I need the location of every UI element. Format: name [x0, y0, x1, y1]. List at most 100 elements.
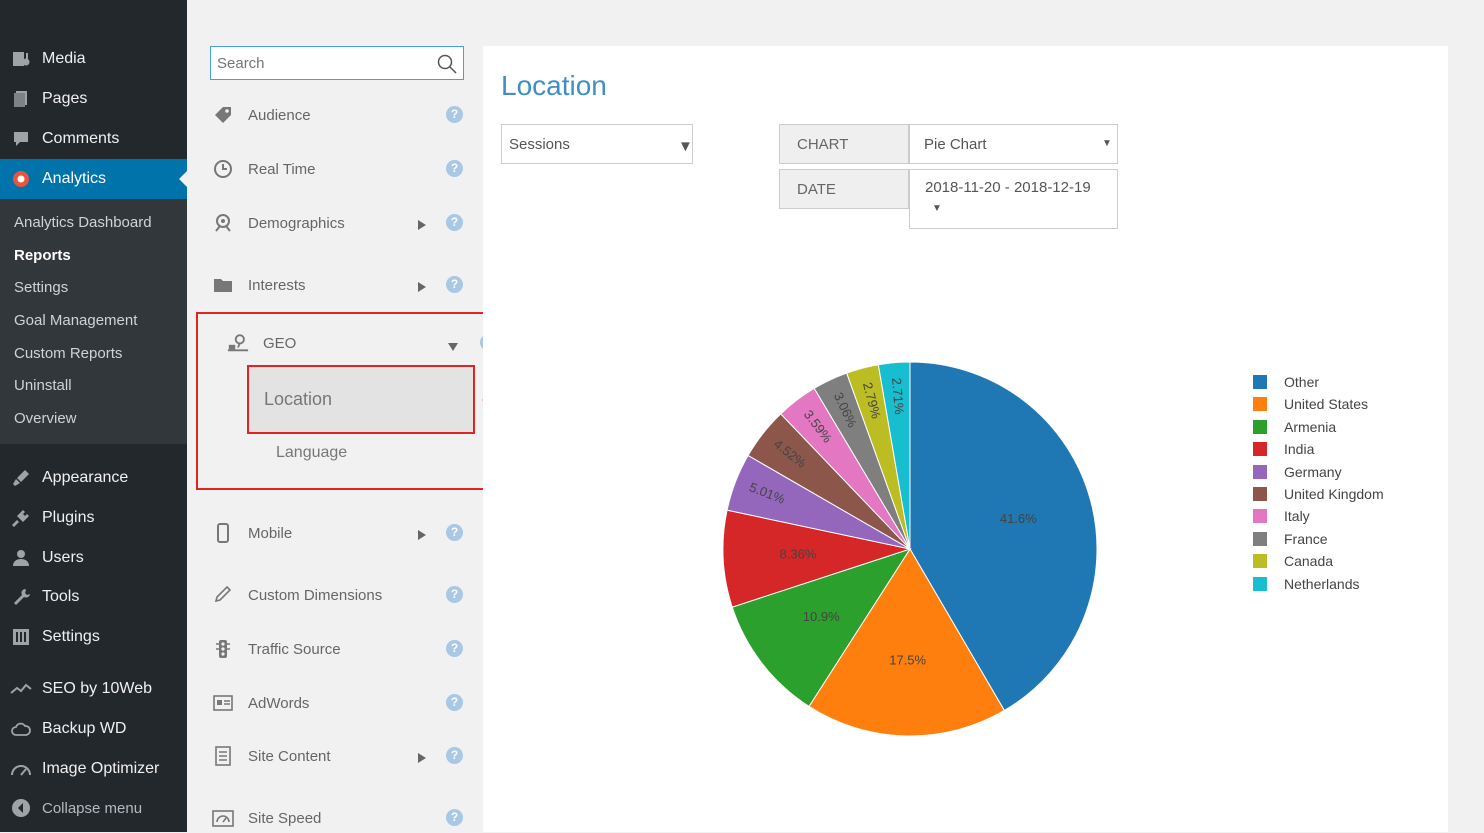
legend-label: United States	[1284, 396, 1369, 413]
menu-label: Image Optimizer	[42, 760, 160, 777]
search-input[interactable]	[211, 47, 443, 79]
menu-item-comments[interactable]: Comments	[0, 119, 187, 159]
submenu-custom-reports[interactable]: Custom Reports	[14, 345, 122, 362]
menu-label: Plugins	[42, 509, 95, 526]
search-box	[210, 46, 464, 80]
legend-item[interactable]: Netherlands	[1253, 574, 1453, 594]
menu-item-analytics[interactable]: Analytics	[0, 159, 187, 199]
submenu-uninstall[interactable]: Uninstall	[14, 377, 72, 394]
search-icon[interactable]	[437, 54, 457, 79]
menu-label: Settings	[42, 628, 100, 645]
menu-label: Appearance	[42, 469, 129, 486]
expand-arrow-icon[interactable]	[418, 217, 426, 235]
nav-label: Mobile	[248, 524, 293, 542]
nav-custom-dimensions[interactable]: Custom Dimensions ?	[212, 580, 472, 610]
legend-item[interactable]: Armenia	[1253, 417, 1453, 437]
legend-label: France	[1284, 530, 1328, 547]
help-icon[interactable]: ?	[446, 694, 463, 711]
help-icon[interactable]: ?	[446, 586, 463, 603]
submenu-overview[interactable]: Overview	[14, 410, 77, 427]
legend-swatch	[1253, 509, 1267, 524]
mobile-icon	[212, 522, 234, 544]
menu-item-image-optimizer[interactable]: Image Optimizer	[0, 749, 187, 789]
legend-label: Germany	[1284, 463, 1342, 480]
pie-data-label: 2.71%	[889, 377, 907, 415]
menu-label: Tools	[42, 588, 80, 605]
nav-real-time[interactable]: Real Time ?	[212, 154, 472, 184]
nav-traffic-source[interactable]: Traffic Source ?	[212, 634, 472, 664]
pages-icon	[10, 88, 32, 110]
legend-label: Netherlands	[1284, 575, 1360, 592]
expand-arrow-icon[interactable]	[418, 279, 426, 297]
expand-arrow-icon[interactable]	[418, 527, 426, 545]
nav-adwords[interactable]: AdWords ?	[212, 688, 472, 718]
menu-label: Backup WD	[42, 720, 127, 737]
help-icon[interactable]: ?	[446, 106, 463, 123]
nav-label: Demographics	[248, 214, 345, 232]
menu-label: Users	[42, 549, 84, 566]
collapse-menu-button[interactable]: Collapse menu	[0, 788, 187, 828]
legend-label: Italy	[1284, 508, 1310, 525]
menu-label: Analytics	[42, 170, 107, 187]
menu-item-media[interactable]: Media	[0, 39, 187, 79]
legend-item[interactable]: United States	[1253, 394, 1453, 414]
nav-label: Site Content	[248, 747, 331, 765]
nav-label: Audience	[248, 106, 311, 124]
legend-item[interactable]: Germany	[1253, 462, 1453, 482]
help-icon[interactable]: ?	[446, 524, 463, 541]
seo-icon	[10, 678, 32, 700]
menu-item-tools[interactable]: Tools	[0, 577, 187, 617]
legend-swatch	[1253, 397, 1267, 412]
settings-icon	[10, 626, 32, 648]
menu-item-settings[interactable]: Settings	[0, 617, 187, 657]
nav-mobile[interactable]: Mobile ?	[212, 518, 472, 548]
nav-geo-location[interactable]: Location	[247, 365, 475, 434]
legend-item[interactable]: Canada	[1253, 551, 1453, 571]
collapse-arrow-icon[interactable]	[448, 338, 458, 356]
plugins-icon	[10, 507, 32, 529]
nav-label: Traffic Source	[248, 640, 341, 658]
menu-item-pages[interactable]: Pages	[0, 79, 187, 119]
menu-item-backup[interactable]: Backup WD	[0, 709, 187, 749]
legend-item[interactable]: Italy	[1253, 506, 1453, 526]
menu-item-users[interactable]: Users	[0, 538, 187, 578]
nav-geo-language[interactable]: Language	[276, 444, 347, 462]
legend-label: India	[1284, 441, 1315, 458]
analytics-submenu: Analytics Dashboard Reports Settings Goa…	[0, 199, 187, 444]
submenu-goal-management[interactable]: Goal Management	[14, 312, 137, 329]
report-panel: Location Sessions ▼ CHART Pie Chart ▼ DA…	[483, 46, 1448, 832]
legend-label: United Kingdom	[1284, 486, 1384, 502]
help-icon[interactable]: ?	[446, 214, 463, 231]
nav-audience[interactable]: Audience ?	[212, 100, 472, 130]
comments-icon	[10, 128, 32, 150]
help-icon[interactable]: ?	[446, 276, 463, 293]
submenu-analytics-dashboard[interactable]: Analytics Dashboard	[14, 214, 152, 231]
nav-geo[interactable]: GEO ?	[227, 328, 517, 358]
legend-item[interactable]: France	[1253, 529, 1453, 549]
menu-item-appearance[interactable]: Appearance	[0, 458, 187, 498]
help-icon[interactable]: ?	[446, 640, 463, 657]
help-icon[interactable]: ?	[446, 809, 463, 826]
nav-label: AdWords	[248, 694, 310, 712]
legend-item[interactable]: India	[1253, 439, 1453, 459]
nav-interests[interactable]: Interests ?	[212, 270, 472, 300]
pie-data-label: 10.9%	[803, 609, 840, 624]
legend-label: Canada	[1284, 553, 1334, 570]
submenu-settings[interactable]: Settings	[14, 279, 68, 296]
legend-item[interactable]: United Kingdom	[1253, 484, 1453, 504]
expand-arrow-icon[interactable]	[418, 750, 426, 768]
nav-demographics[interactable]: Demographics ?	[212, 208, 472, 238]
nav-label: Location	[264, 389, 333, 409]
submenu-reports[interactable]: Reports	[14, 247, 71, 264]
menu-label: SEO by 10Web	[42, 680, 152, 697]
help-icon[interactable]: ?	[446, 747, 463, 764]
tag-icon	[212, 104, 234, 126]
menu-item-plugins[interactable]: Plugins	[0, 498, 187, 538]
nav-site-content[interactable]: Site Content ?	[212, 741, 472, 771]
wp-admin-sidebar: Media Pages Comments Analytics Analytics…	[0, 0, 187, 832]
help-icon[interactable]: ?	[446, 160, 463, 177]
nav-site-speed[interactable]: Site Speed ?	[212, 803, 472, 833]
legend-item[interactable]: Other	[1253, 372, 1453, 392]
menu-item-seo[interactable]: SEO by 10Web	[0, 669, 187, 709]
nav-label: Real Time	[248, 160, 316, 178]
